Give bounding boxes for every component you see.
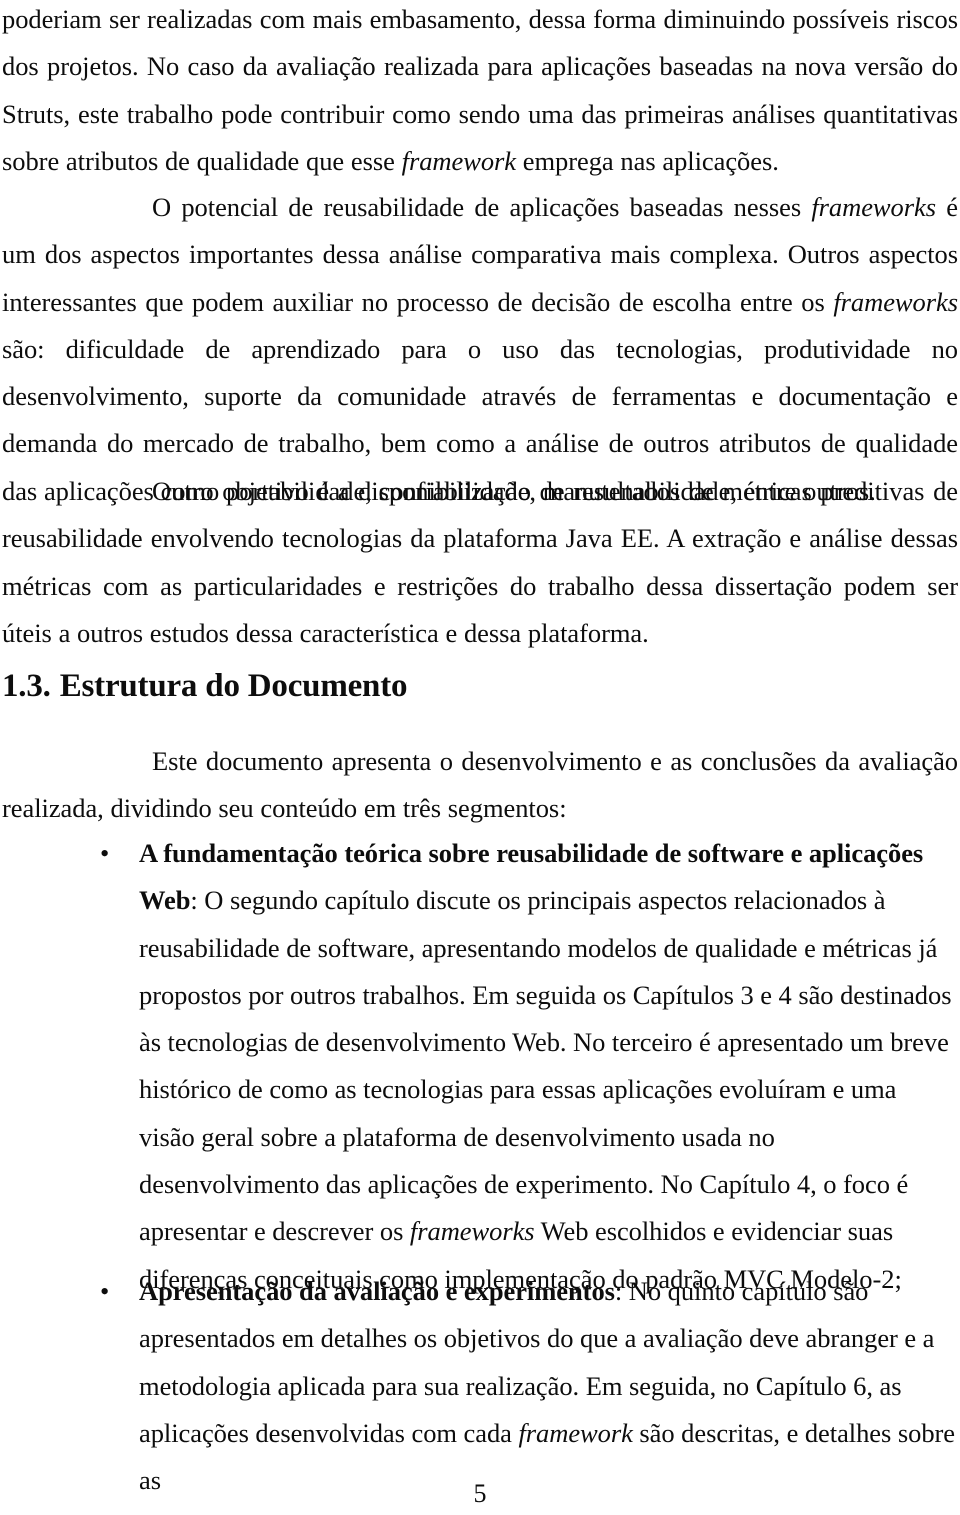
paragraph-continuation: poderiam ser realizadas com mais embasam…	[2, 0, 958, 185]
paragraph-potencial: O potencial de reusabilidade de aplicaçõ…	[2, 184, 958, 515]
paragraph-potencial-part1: O potencial de reusabilidade de aplicaçõ…	[152, 192, 812, 222]
list-item-body: A fundamentação teórica sobre reusabilid…	[139, 838, 952, 1294]
paragraph-continuation-tail: emprega nas aplicações.	[516, 145, 779, 176]
paragraph-este-documento-block: Este documento apresenta o desenvolvimen…	[2, 738, 958, 833]
italic-term-framework: framework	[401, 145, 516, 176]
paragraph-potencial-block: O potencial de reusabilidade de aplicaçõ…	[2, 184, 958, 515]
section-heading-block: 1.3. Estrutura do Documento	[2, 666, 958, 706]
bullet-list-second: • Apresentação da avaliação e experiment…	[2, 1268, 958, 1504]
italic-term-frameworks-2: frameworks	[833, 286, 958, 317]
section-number: 1.3.	[2, 668, 51, 704]
italic-term-framework-2: framework	[518, 1417, 633, 1448]
list-item-label: Apresentação da avaliação e experimentos	[139, 1276, 615, 1306]
list-item: • A fundamentação teórica sobre reusabil…	[2, 830, 958, 1303]
italic-term-frameworks-3: frameworks	[409, 1216, 535, 1247]
paragraph-continuation-block: poderiam ser realizadas com mais embasam…	[2, 0, 958, 185]
list-item-body: Apresentação da avaliação e experimentos…	[139, 1276, 955, 1495]
bullet-marker-icon: •	[100, 838, 110, 868]
paragraph-outro-objetivo-block: Outro objetivo é a disponibilização de r…	[2, 468, 958, 657]
list-item-separator: :	[614, 1276, 629, 1306]
paragraph-outro-objetivo: Outro objetivo é a disponibilização de r…	[2, 476, 958, 648]
section-title: Estrutura do Documento	[59, 668, 408, 704]
italic-term-frameworks-1: frameworks	[811, 192, 936, 222]
page-number-footer: 5	[473, 1479, 487, 1508]
bullet-list-first: • A fundamentação teórica sobre reusabil…	[2, 830, 958, 1303]
list-item-text-part1: O segundo capítulo discute os principais…	[139, 885, 952, 1247]
document-page: poderiam ser realizadas com mais embasam…	[0, 0, 960, 1515]
bullet-marker-icon: •	[100, 1276, 110, 1306]
list-item-separator: :	[190, 885, 205, 916]
list-item: • Apresentação da avaliação e experiment…	[2, 1268, 958, 1504]
paragraph-este-documento: Este documento apresenta o desenvolvimen…	[2, 746, 958, 824]
page-title: 1.3. Estrutura do Documento	[2, 666, 958, 706]
